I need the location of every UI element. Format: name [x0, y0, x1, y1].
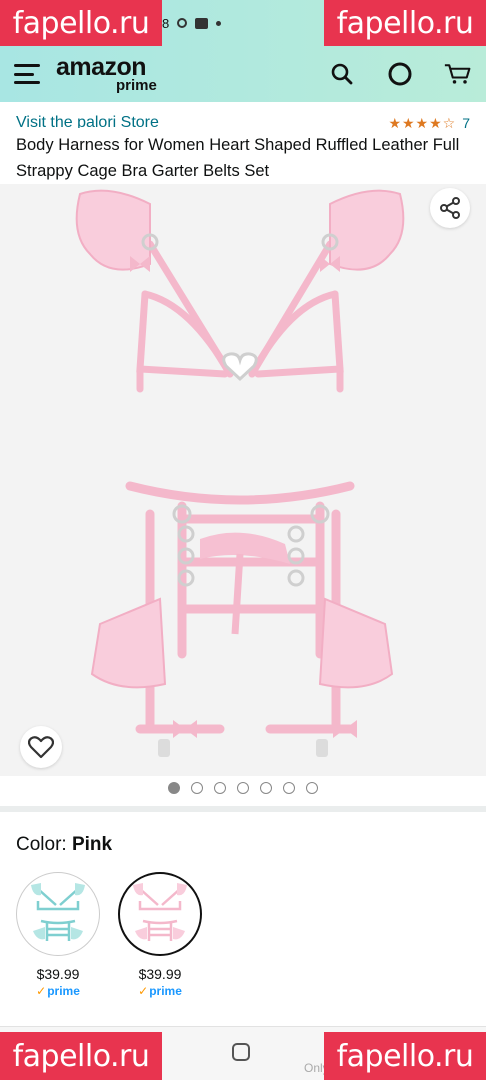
watermark-top-left: fapello.ru [0, 0, 162, 46]
gallery-notification-icon [195, 17, 209, 29]
home-button[interactable] [232, 1043, 250, 1061]
carousel-dot[interactable] [306, 782, 318, 794]
swatch-teal[interactable]: $39.99 ✓ prime [16, 872, 100, 998]
status-left-text: 8 [162, 15, 170, 31]
swatch-pink-image [118, 872, 202, 956]
watermark-bottom-left: fapello.ru [0, 1032, 162, 1080]
carousel-dot[interactable] [260, 782, 272, 794]
amazon-prime-logo[interactable]: amazon prime [56, 55, 157, 94]
carousel-dot[interactable] [191, 782, 203, 794]
carousel-indicators [0, 782, 486, 794]
color-swatches: $39.99 ✓ prime $39.99 ✓ prime [16, 872, 202, 998]
cart-icon[interactable] [444, 60, 472, 88]
notification-circle-icon [177, 18, 188, 28]
app-header: amazon prime [0, 46, 486, 102]
more-notifications-icon [216, 20, 222, 26]
rating-count[interactable]: 7 [462, 115, 470, 128]
search-icon[interactable] [328, 60, 356, 88]
color-selection-label: Color: Pink [16, 834, 112, 856]
hamburger-menu-icon[interactable] [14, 64, 40, 84]
watermark-top-right: fapello.ru [324, 0, 486, 46]
color-label-prefix: Color: [16, 834, 67, 855]
visit-store-link[interactable]: Visit the palori Store [16, 114, 159, 128]
status-left: 8 [162, 15, 222, 31]
add-to-wishlist-button[interactable] [20, 726, 62, 768]
carousel-dot[interactable] [283, 782, 295, 794]
store-row: Visit the palori Store ★★★★☆ 7 [0, 102, 486, 128]
carousel-dot[interactable] [168, 782, 180, 794]
product-image-carousel[interactable] [0, 184, 486, 776]
carousel-dot[interactable] [214, 782, 226, 794]
section-divider [0, 806, 486, 812]
header-icons [328, 60, 472, 88]
product-title: Body Harness for Women Heart Shaped Ruff… [16, 136, 460, 180]
share-button[interactable] [430, 188, 470, 228]
prime-badge: ✓ prime [36, 984, 80, 998]
rating-stars[interactable]: ★★★★☆ [388, 115, 456, 129]
swatch-pink[interactable]: $39.99 ✓ prime [118, 872, 202, 998]
carousel-dot[interactable] [237, 782, 249, 794]
watermark-bottom-right: fapello.ru [324, 1032, 486, 1080]
selected-color-name: Pink [71, 834, 113, 855]
share-icon [440, 197, 460, 219]
logo-sub: prime [116, 77, 157, 94]
heart-icon [28, 736, 54, 759]
product-image [75, 189, 405, 757]
swatch-teal-image [16, 872, 100, 956]
swatch-price: $39.99 [36, 966, 80, 982]
alexa-icon[interactable] [386, 60, 414, 88]
prime-badge: ✓ prime [138, 984, 182, 998]
swatch-price: $39.99 [138, 966, 182, 982]
